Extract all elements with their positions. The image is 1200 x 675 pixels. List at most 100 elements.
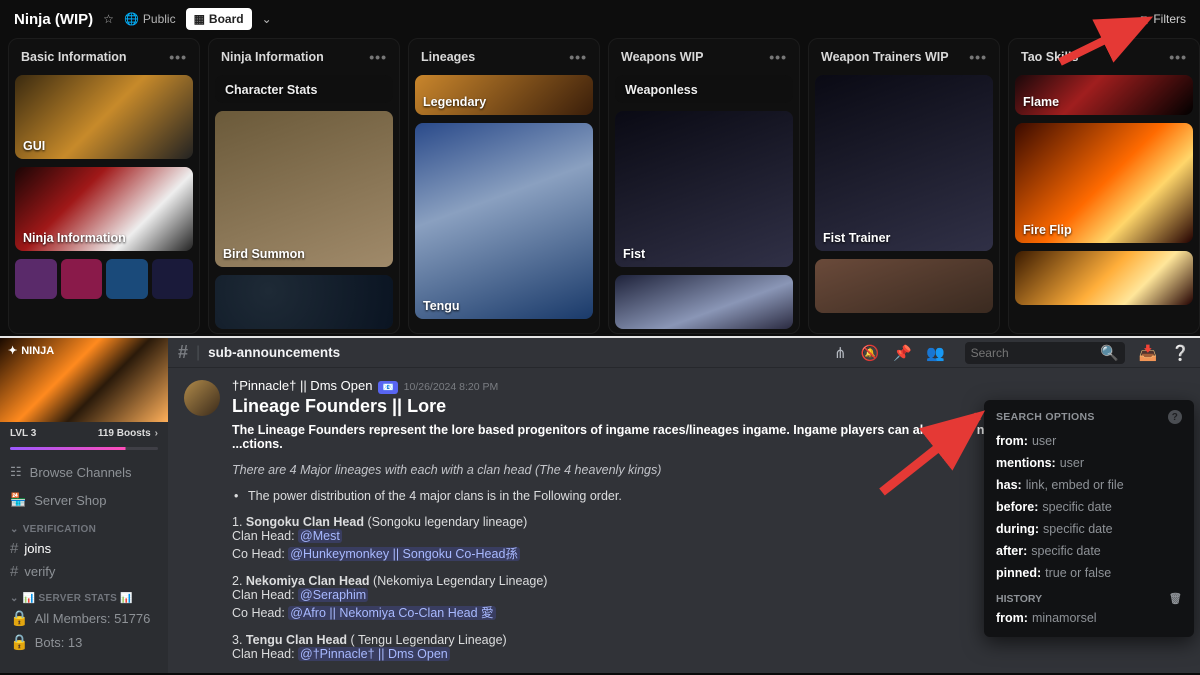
board-card[interactable]: Fire Flip bbox=[1015, 123, 1193, 243]
visibility-button[interactable]: 🌐 Public bbox=[124, 12, 176, 26]
board-card[interactable] bbox=[615, 275, 793, 329]
server-name: ✦ NINJA bbox=[8, 344, 54, 357]
board-columns: Basic Information ••• GUI Ninja Information… bbox=[0, 38, 1200, 334]
server-shop-button[interactable]: 🏪 Server Shop bbox=[0, 486, 168, 514]
search-box[interactable]: 🔍 bbox=[965, 342, 1125, 364]
column-menu-icon[interactable]: ••• bbox=[169, 49, 187, 65]
search-option-row[interactable]: from: user bbox=[984, 430, 1194, 452]
search-history-title: HISTORY bbox=[996, 593, 1042, 605]
board-card[interactable]: Ninja Information bbox=[15, 167, 193, 251]
browse-channels-button[interactable]: ☷ Browse Channels bbox=[0, 458, 168, 486]
board-view-chip[interactable]: ▦ Board bbox=[186, 8, 252, 30]
column-menu-icon[interactable]: ••• bbox=[369, 49, 387, 65]
column-title: Weapon Trainers WIP bbox=[821, 50, 949, 64]
hash-icon: # bbox=[10, 540, 18, 557]
mention[interactable]: @Afro || Nekomiya Co-Clan Head 愛 bbox=[288, 606, 495, 620]
message-timestamp: 10/26/2024 8:20 PM bbox=[404, 381, 499, 393]
help-circle-icon[interactable]: ? bbox=[1168, 410, 1182, 424]
column-menu-icon[interactable]: ••• bbox=[1169, 49, 1187, 65]
board-card[interactable]: Character Stats bbox=[215, 75, 393, 103]
thumbnail[interactable] bbox=[152, 259, 194, 299]
compass-icon: ☷ bbox=[10, 464, 22, 480]
column-title: Basic Information bbox=[21, 50, 127, 64]
discord-pane: ✦ NINJA LVL 3 119 Boosts › ☷ Browse Chan… bbox=[0, 338, 1200, 673]
server-banner[interactable]: ✦ NINJA bbox=[0, 338, 168, 422]
help-icon[interactable]: ❔ bbox=[1171, 344, 1190, 362]
avatar[interactable] bbox=[184, 380, 220, 416]
board-icon: ▦ bbox=[194, 12, 205, 26]
sidebar-section-header[interactable]: ⌄VERIFICATION bbox=[0, 514, 168, 537]
level-label: LVL 3 bbox=[10, 428, 36, 439]
search-input[interactable] bbox=[971, 346, 1100, 360]
main-content: # | sub-announcements ⋔ 🔕 📌 👥 🔍 📥 ❔ bbox=[168, 338, 1200, 673]
search-option-row[interactable]: pinned: true or false bbox=[984, 562, 1194, 584]
board-card[interactable]: Fist Trainer bbox=[815, 75, 993, 251]
column-menu-icon[interactable]: ••• bbox=[569, 49, 587, 65]
mention[interactable]: @Seraphim bbox=[298, 588, 368, 602]
board-column: Ninja Information•••Character StatsBird … bbox=[208, 38, 400, 334]
mention[interactable]: @Hunkeymonkey || Songoku Co-Head孫 bbox=[288, 547, 520, 561]
column-menu-icon[interactable]: ••• bbox=[969, 49, 987, 65]
column-title: Tao Skills bbox=[1021, 50, 1078, 64]
board-card[interactable]: GUI bbox=[15, 75, 193, 159]
notifications-icon[interactable]: 🔕 bbox=[861, 344, 880, 362]
search-option-row[interactable]: has: link, embed or file bbox=[984, 474, 1194, 496]
search-option-row[interactable]: during: specific date bbox=[984, 518, 1194, 540]
channel-item[interactable]: 🔒Bots: 13 bbox=[0, 630, 168, 654]
chevron-right-icon: › bbox=[155, 428, 158, 439]
search-options-panel: SEARCH OPTIONS ? from: usermentions: use… bbox=[984, 400, 1194, 637]
board-column: Weapon Trainers WIP ••• Fist Trainer bbox=[808, 38, 1000, 334]
message-area: †Pinnacle† || Dms Open 📧 10/26/2024 8:20… bbox=[168, 368, 1200, 673]
server-sidebar: ✦ NINJA LVL 3 119 Boosts › ☷ Browse Chan… bbox=[0, 338, 168, 673]
mention[interactable]: @Mest bbox=[298, 529, 342, 543]
app-badge: 📧 bbox=[378, 381, 397, 394]
message-author[interactable]: †Pinnacle† || Dms Open bbox=[232, 378, 372, 393]
filter-icon: ≡ bbox=[1140, 12, 1147, 26]
thumbnail[interactable] bbox=[15, 259, 57, 299]
search-option-row[interactable]: after: specific date bbox=[984, 540, 1194, 562]
column-menu-icon[interactable]: ••• bbox=[769, 49, 787, 65]
thumbnail[interactable] bbox=[106, 259, 148, 299]
channel-item[interactable]: #joins bbox=[0, 537, 168, 560]
column-title: Weapons WIP bbox=[621, 50, 703, 64]
board-card[interactable]: Legendary bbox=[415, 75, 593, 115]
filters-button[interactable]: ≡ Filters bbox=[1140, 12, 1186, 26]
column-title: Lineages bbox=[421, 50, 475, 64]
card-label: Bird Summon bbox=[223, 247, 305, 261]
trash-icon[interactable]: 🗑 bbox=[1169, 592, 1182, 605]
inbox-icon[interactable]: 📥 bbox=[1139, 344, 1158, 362]
search-history-row[interactable]: from: minamorsel bbox=[984, 607, 1194, 629]
visibility-label: Public bbox=[143, 12, 176, 26]
threads-icon[interactable]: ⋔ bbox=[834, 344, 847, 362]
boost-row[interactable]: LVL 3 119 Boosts › bbox=[0, 422, 168, 445]
lock-icon: 🔒 bbox=[10, 609, 29, 627]
chevron-down-icon: ⌄ bbox=[10, 524, 19, 535]
hash-icon: # bbox=[178, 342, 188, 363]
mention[interactable]: @†Pinnacle† || Dms Open bbox=[298, 647, 450, 661]
channel-item[interactable]: 🔒All Members: 51776 bbox=[0, 606, 168, 630]
star-icon[interactable]: ☆ bbox=[103, 12, 114, 26]
pin-icon[interactable]: 📌 bbox=[893, 344, 912, 362]
channel-label: verify bbox=[24, 564, 55, 579]
board-card[interactable] bbox=[1015, 251, 1193, 305]
board-view-label: Board bbox=[209, 12, 244, 26]
channel-item[interactable]: #verify bbox=[0, 560, 168, 583]
search-icon: 🔍 bbox=[1100, 344, 1119, 362]
card-label: GUI bbox=[23, 139, 45, 153]
board-card[interactable] bbox=[815, 259, 993, 313]
search-option-row[interactable]: before: specific date bbox=[984, 496, 1194, 518]
sidebar-section-header[interactable]: ⌄📊 SERVER STATS 📊 bbox=[0, 583, 168, 606]
board-card[interactable] bbox=[215, 275, 393, 329]
board-card[interactable]: Weaponless bbox=[615, 75, 793, 103]
search-option-row[interactable]: mentions: user bbox=[984, 452, 1194, 474]
members-icon[interactable]: 👥 bbox=[926, 344, 945, 362]
board-card[interactable]: Flame bbox=[1015, 75, 1193, 115]
thumbnail[interactable] bbox=[61, 259, 103, 299]
board-column: Weapons WIP ••• Weaponless Fist bbox=[608, 38, 800, 334]
board-header: Ninja (WIP) ☆ 🌐 Public ▦ Board ⌄ ≡ Filte… bbox=[0, 0, 1200, 38]
board-card[interactable]: Tengu bbox=[415, 123, 593, 319]
board-card[interactable]: Bird Summon bbox=[215, 111, 393, 267]
board-column: Basic Information ••• GUI Ninja Information bbox=[8, 38, 200, 334]
board-card[interactable]: Fist bbox=[615, 111, 793, 267]
chevron-down-icon[interactable]: ⌄ bbox=[262, 12, 272, 26]
